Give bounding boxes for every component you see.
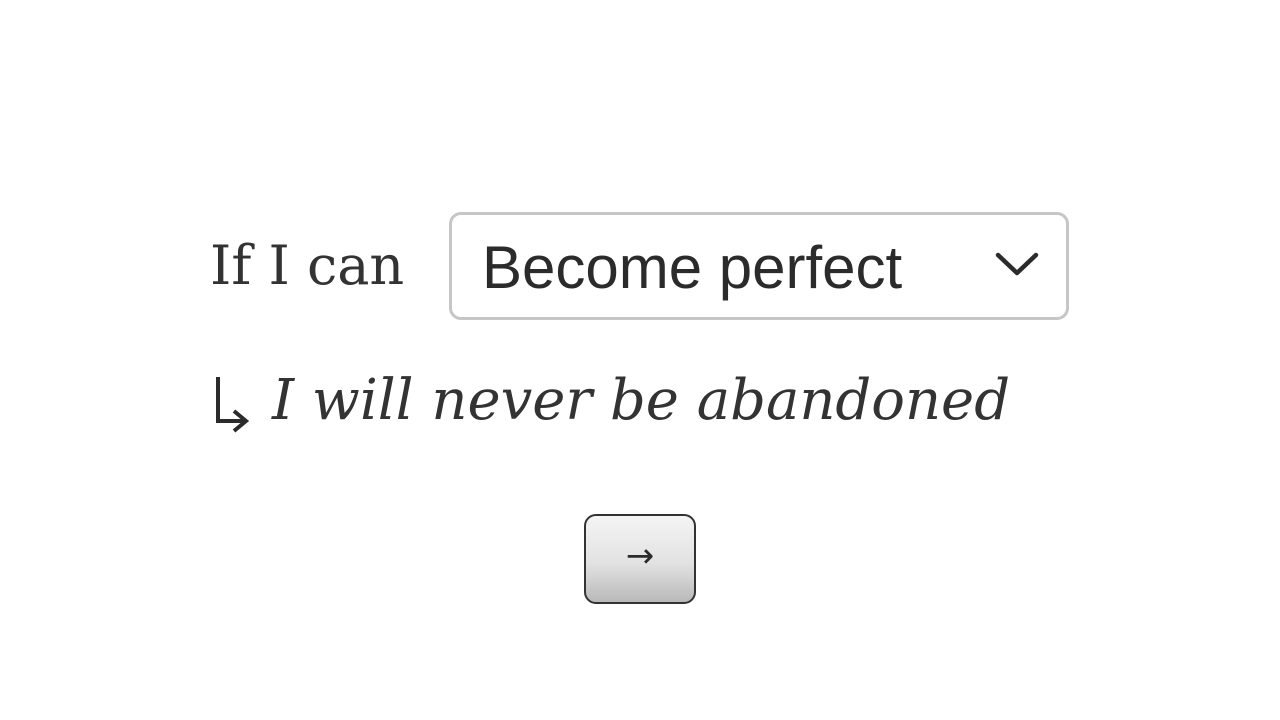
- right-arrow-icon: →: [625, 536, 655, 576]
- prompt-label: If I can: [210, 234, 405, 297]
- prompt-row: If I can: [210, 212, 444, 320]
- return-arrow-icon: [216, 377, 250, 433]
- result-row: I will never be abandoned: [212, 366, 1010, 436]
- chevron-down-icon: [995, 252, 1039, 276]
- stage: If I can Become perfect I will never be …: [0, 0, 1280, 720]
- choice-dropdown[interactable]: Become perfect: [449, 212, 1069, 320]
- result-text: I will never be abandoned: [272, 368, 1011, 433]
- next-button[interactable]: →: [584, 514, 696, 604]
- dropdown-selected-value: Become perfect: [482, 234, 903, 301]
